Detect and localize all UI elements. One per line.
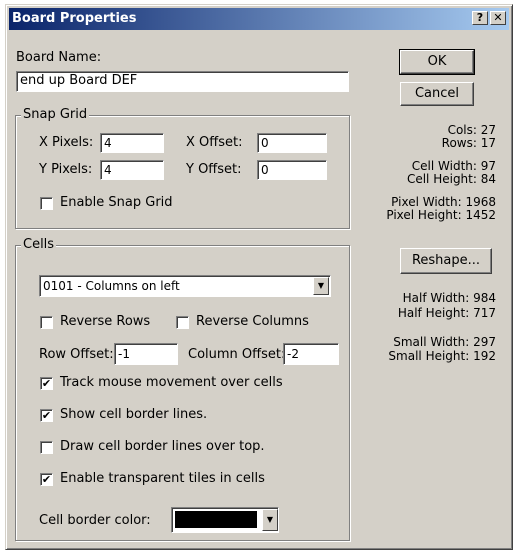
x-pixels-label: X Pixels:: [39, 135, 94, 150]
row-offset-label: Row Offset:: [39, 347, 114, 362]
dimensions-info-panel: Cols: 27 Rows: 17 Cell Width: 97 Cell He…: [366, 123, 496, 243]
chevron-down-icon: ▼: [266, 515, 274, 524]
chevron-down-icon: ▼: [317, 281, 325, 290]
cols-text: Cols: 27: [447, 123, 496, 137]
transparent-tiles-checkbox[interactable]: ✔: [40, 473, 53, 486]
cells-legend: Cells: [21, 237, 57, 252]
reverse-rows-label: Reverse Rows: [60, 314, 151, 329]
check-icon: ✔: [41, 473, 52, 486]
cell-layout-dropdown-button[interactable]: ▼: [313, 277, 329, 295]
border-color-label: Cell border color:: [39, 513, 151, 528]
check-icon: ✔: [41, 377, 52, 390]
board-name-input[interactable]: end up Board DEF: [16, 71, 349, 92]
border-color-dropdown-button[interactable]: ▼: [262, 509, 278, 531]
cell-layout-selected-value: 0101 - Columns on left: [43, 279, 180, 293]
cancel-button[interactable]: Cancel: [400, 82, 474, 106]
check-icon: ✔: [41, 409, 52, 422]
y-offset-input[interactable]: 0: [257, 160, 327, 180]
column-offset-input[interactable]: -2: [283, 343, 339, 365]
small-height-text: Small Height: 192: [388, 349, 496, 363]
track-mouse-checkbox[interactable]: ✔: [40, 377, 53, 390]
title-bar[interactable]: Board Properties ? ✕: [9, 8, 509, 30]
cell-layout-select[interactable]: 0101 - Columns on left: [39, 275, 331, 297]
column-offset-label: Column Offset:: [188, 347, 286, 362]
show-border-lines-checkbox[interactable]: ✔: [40, 409, 53, 422]
half-small-info-panel: Half Width: 984 Half Height: 717 Small W…: [366, 291, 496, 371]
cell-width-text: Cell Width: 97: [411, 159, 496, 173]
ok-button[interactable]: OK: [399, 49, 475, 75]
enable-snap-grid-label: Enable Snap Grid: [60, 195, 173, 210]
show-border-lines-label: Show cell border lines.: [60, 407, 208, 422]
enable-snap-grid-checkbox[interactable]: [40, 197, 53, 210]
draw-border-over-top-checkbox[interactable]: [40, 441, 53, 454]
x-offset-input[interactable]: 0: [257, 133, 327, 153]
pixel-width-text: Pixel Width: 1968: [391, 195, 496, 209]
help-button[interactable]: ?: [472, 11, 488, 25]
border-color-swatch: [175, 511, 257, 528]
track-mouse-label: Track mouse movement over cells: [60, 375, 283, 390]
reverse-rows-checkbox[interactable]: [40, 316, 53, 329]
board-properties-dialog: Board Properties ? ✕ Board Name: end up …: [5, 4, 513, 550]
y-offset-label: Y Offset:: [186, 162, 242, 177]
y-pixels-input[interactable]: 4: [100, 160, 164, 180]
rows-text: Rows: 17: [441, 136, 496, 150]
cell-height-text: Cell Height: 84: [406, 172, 496, 186]
half-width-text: Half Width: 984: [402, 291, 496, 305]
x-pixels-input[interactable]: 4: [100, 133, 164, 153]
reshape-button[interactable]: Reshape...: [400, 248, 492, 274]
half-height-text: Half Height: 717: [397, 306, 496, 320]
snap-grid-legend: Snap Grid: [21, 107, 90, 122]
board-name-label: Board Name:: [16, 50, 102, 65]
draw-border-over-top-label: Draw cell border lines over top.: [60, 439, 265, 454]
window-title: Board Properties: [12, 11, 137, 26]
x-offset-label: X Offset:: [186, 135, 243, 150]
y-pixels-label: Y Pixels:: [39, 162, 93, 177]
pixel-height-text: Pixel Height: 1452: [386, 208, 496, 222]
small-width-text: Small Width: 297: [393, 335, 496, 349]
reverse-columns-checkbox[interactable]: [176, 316, 189, 329]
close-button[interactable]: ✕: [490, 11, 506, 25]
transparent-tiles-label: Enable transparent tiles in cells: [60, 471, 265, 486]
row-offset-input[interactable]: -1: [114, 343, 178, 365]
reverse-columns-label: Reverse Columns: [196, 314, 309, 329]
